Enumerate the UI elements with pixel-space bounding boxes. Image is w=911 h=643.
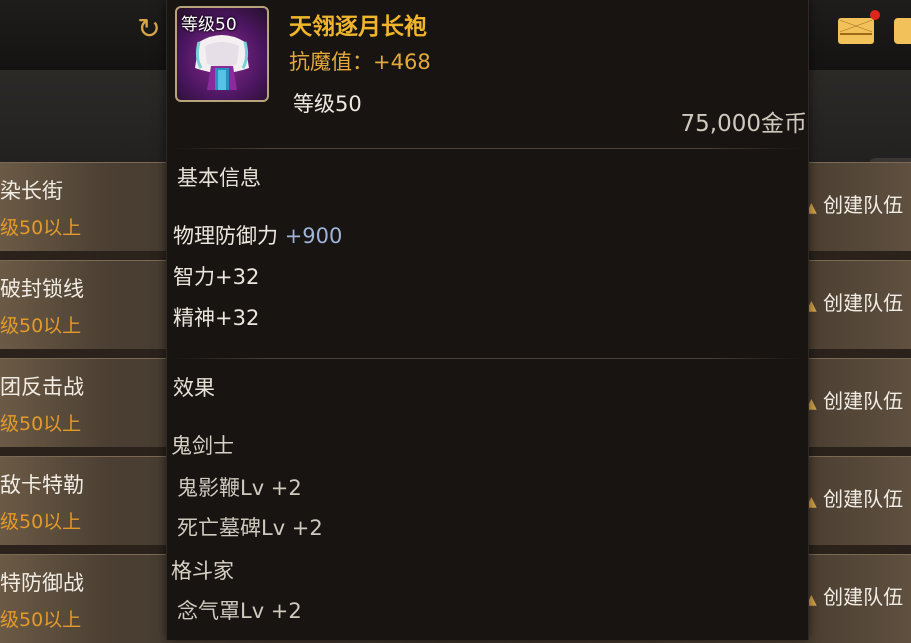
item-level: 等级50 [293, 92, 362, 116]
stat-label: 精神 [173, 306, 215, 330]
item-icon-level: 等级50 [181, 15, 237, 35]
class-name: 格斗家 [171, 559, 234, 583]
dungeon-title: 染长街 [0, 179, 63, 203]
create-team-button[interactable]: ▲ 创建队伍 [806, 385, 911, 414]
skill-bonus: 鬼影鞭Lv +2 [177, 476, 302, 500]
stat-line: 物理防御力 +900 [173, 220, 342, 250]
stat-line: 精神+32 [173, 302, 259, 332]
create-team-button[interactable]: ▲ 创建队伍 [806, 483, 911, 512]
item-price: 75,000金币 [680, 111, 807, 134]
class-name: 鬼剑士 [171, 434, 234, 458]
stat-value: +900 [284, 224, 343, 248]
dungeon-requirement: 级50以上 [0, 315, 82, 337]
divider [173, 358, 802, 359]
dungeon-requirement: 级50以上 [0, 609, 82, 631]
stat-value: +32 [215, 265, 260, 289]
item-tooltip: 等级50 天翎逐月长袍 抗魔值：+468 等级50 75,000金币 基本信息 … [166, 0, 809, 640]
basic-info-title: 基本信息 [177, 166, 261, 190]
stat-label: 智力 [173, 265, 215, 289]
stat-label: 物理防御力 [173, 224, 278, 248]
dungeon-title: 团反击战 [0, 375, 84, 399]
create-team-button[interactable]: ▲ 创建队伍 [806, 287, 911, 316]
create-team-button[interactable]: ▲ 创建队伍 [806, 581, 911, 610]
skill-bonus: 死亡墓碑Lv +2 [177, 516, 323, 540]
effects-title: 效果 [173, 376, 215, 400]
robe-icon [195, 35, 249, 90]
dungeon-title: 破封锁线 [0, 277, 84, 301]
create-team-button[interactable]: ▲ 创建队伍 [806, 189, 911, 218]
chat-icon[interactable] [894, 18, 911, 44]
dungeon-title: 敌卡特勒 [0, 473, 84, 497]
dungeon-requirement: 级50以上 [0, 511, 82, 533]
sync-icon[interactable]: ↻ [132, 12, 166, 46]
dungeon-requirement: 级50以上 [0, 413, 82, 435]
stat-value: +32 [215, 306, 260, 330]
skill-bonus: 念气罩Lv +2 [177, 599, 302, 623]
item-icon: 等级50 [175, 6, 269, 102]
notification-dot [870, 10, 880, 20]
stat-line: 智力+32 [173, 261, 259, 291]
mail-icon[interactable] [838, 18, 874, 44]
dungeon-requirement: 级50以上 [0, 217, 82, 239]
divider [173, 148, 802, 149]
item-main-stat: 抗魔值：+468 [289, 50, 431, 74]
item-name: 天翎逐月长袍 [289, 14, 427, 40]
dungeon-title: 特防御战 [0, 571, 84, 595]
